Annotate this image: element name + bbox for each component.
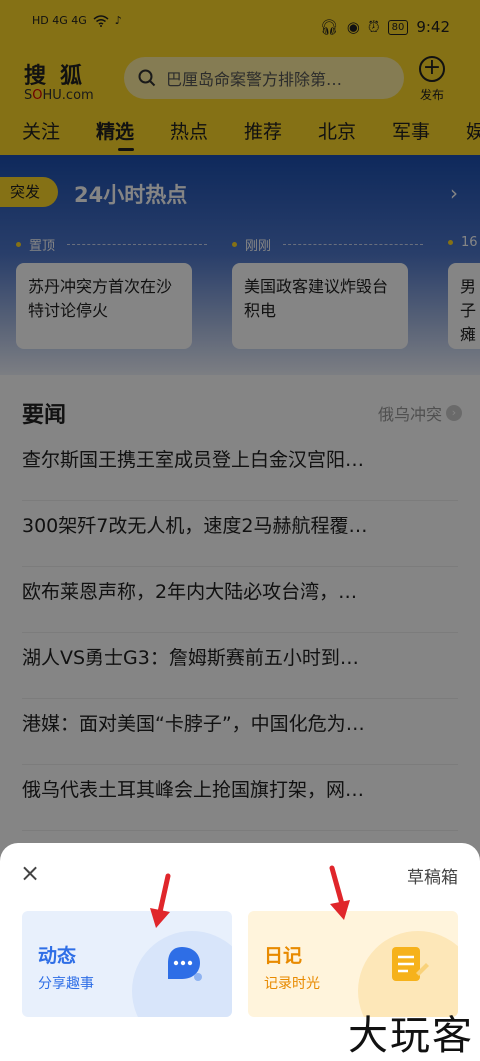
hot-card[interactable]: 男子瘫痪	[448, 263, 480, 349]
status-bar: HD 4G 4G ♪ 🎧︎ ◉ ⏰︎ 80 9:42	[0, 0, 480, 56]
publish-label: 发布	[419, 88, 444, 102]
list-item[interactable]: 查尔斯国王携王室成员登上白金汉宫阳…	[22, 435, 458, 501]
annotation-arrow	[150, 873, 171, 928]
list-item[interactable]: 俄乌代表土耳其峰会上抢国旗打架，网…	[22, 765, 458, 831]
tab-hot[interactable]: 热点	[170, 112, 244, 152]
annotation-arrow	[329, 865, 350, 920]
tab-military[interactable]: 军事	[392, 112, 466, 152]
watermark: 大玩客	[348, 1013, 474, 1059]
app-header: HD 4G 4G ♪ 🎧︎ ◉ ⏰︎ 80 9:42 搜狐 SOHU.com 巴…	[0, 0, 480, 155]
logo-text-cn: 搜狐	[24, 63, 97, 89]
post-moment-button[interactable]: 动态 分享趣事	[22, 911, 232, 1017]
tab-recommend[interactable]: 推荐	[244, 112, 318, 152]
notepad-icon	[392, 947, 429, 981]
card-title: 动态	[38, 945, 77, 967]
section-title: 要闻	[22, 403, 67, 428]
chat-bubble-icon	[168, 947, 202, 981]
dot-icon	[232, 242, 237, 247]
eye-icon: ◉	[346, 18, 360, 36]
channel-tabs: 关注 精选 热点 推荐 北京 军事 娱	[0, 112, 480, 152]
battery-indicator: 80	[387, 19, 409, 35]
card-subtitle: 分享趣事	[38, 976, 94, 992]
search-icon	[138, 69, 156, 87]
write-diary-button[interactable]: 日记 记录时光	[248, 911, 458, 1017]
search-bar[interactable]: 巴厘岛命案警方排除第…	[124, 57, 404, 99]
hot-24h-section: 突发 24小时热点 › 置顶 刚刚 16 苏丹冲突方首次在沙特讨论停火 美国政客…	[0, 155, 480, 375]
tab-beijing[interactable]: 北京	[318, 112, 392, 152]
top-news-section: 要闻 俄乌冲突 › 查尔斯国王携王室成员登上白金汉宫阳… 300架歼7改无人机，…	[0, 375, 480, 845]
list-item[interactable]: 300架歼7改无人机，速度2马赫航程覆…	[22, 501, 458, 567]
news-list: 查尔斯国王携王室成员登上白金汉宫阳… 300架歼7改无人机，速度2马赫航程覆… …	[0, 435, 480, 831]
alarm-icon: ⏰︎	[367, 18, 380, 36]
hot-item-meta: 刚刚	[232, 235, 424, 254]
sohu-logo[interactable]: 搜狐 SOHU.com	[24, 58, 104, 104]
headphones-icon: 🎧︎	[319, 18, 339, 36]
topic-link[interactable]: 俄乌冲突 ›	[378, 401, 462, 425]
list-item[interactable]: 湖人VS勇士G3：詹姆斯赛前五小时到…	[22, 633, 458, 699]
publish-button[interactable]: + 发布	[415, 56, 449, 103]
list-item[interactable]: 欧布莱恩声称，2年内大陆必攻台湾，…	[22, 567, 458, 633]
wifi-icon	[93, 14, 109, 27]
card-subtitle: 记录时光	[264, 976, 320, 992]
logo-text-en: SOHU.com	[24, 88, 94, 103]
close-icon[interactable]: ×	[20, 861, 40, 885]
dot-icon	[448, 240, 453, 245]
drafts-button[interactable]: 草稿箱	[407, 863, 458, 888]
tab-follow[interactable]: 关注	[22, 112, 96, 152]
hot-card[interactable]: 苏丹冲突方首次在沙特讨论停火	[16, 263, 192, 349]
signal-indicators: HD 4G 4G ♪	[32, 14, 122, 27]
clock: 9:42	[416, 18, 450, 36]
search-placeholder: 巴厘岛命案警方排除第…	[166, 70, 343, 89]
breaking-badge: 突发	[0, 177, 58, 207]
card-title: 日记	[264, 945, 303, 967]
chevron-right-icon: ›	[446, 405, 462, 421]
music-note-icon: ♪	[114, 14, 122, 27]
chevron-right-icon[interactable]: ›	[450, 181, 458, 205]
tab-entertainment[interactable]: 娱	[466, 112, 480, 152]
hot-item-meta: 置顶	[16, 235, 208, 254]
list-item[interactable]: 港媒：面对美国“卡脖子”，中国化危为…	[22, 699, 458, 765]
hot-item-meta: 16	[448, 235, 478, 250]
status-right: 🎧︎ ◉ ⏰︎ 80 9:42	[320, 18, 450, 36]
tab-featured[interactable]: 精选	[96, 112, 170, 152]
plus-icon: +	[419, 56, 445, 82]
hot-card[interactable]: 美国政客建议炸毁台积电	[232, 263, 408, 349]
signal-icon: HD 4G 4G	[32, 14, 87, 27]
dot-icon	[16, 242, 21, 247]
hot-section-title[interactable]: 24小时热点	[74, 179, 187, 209]
